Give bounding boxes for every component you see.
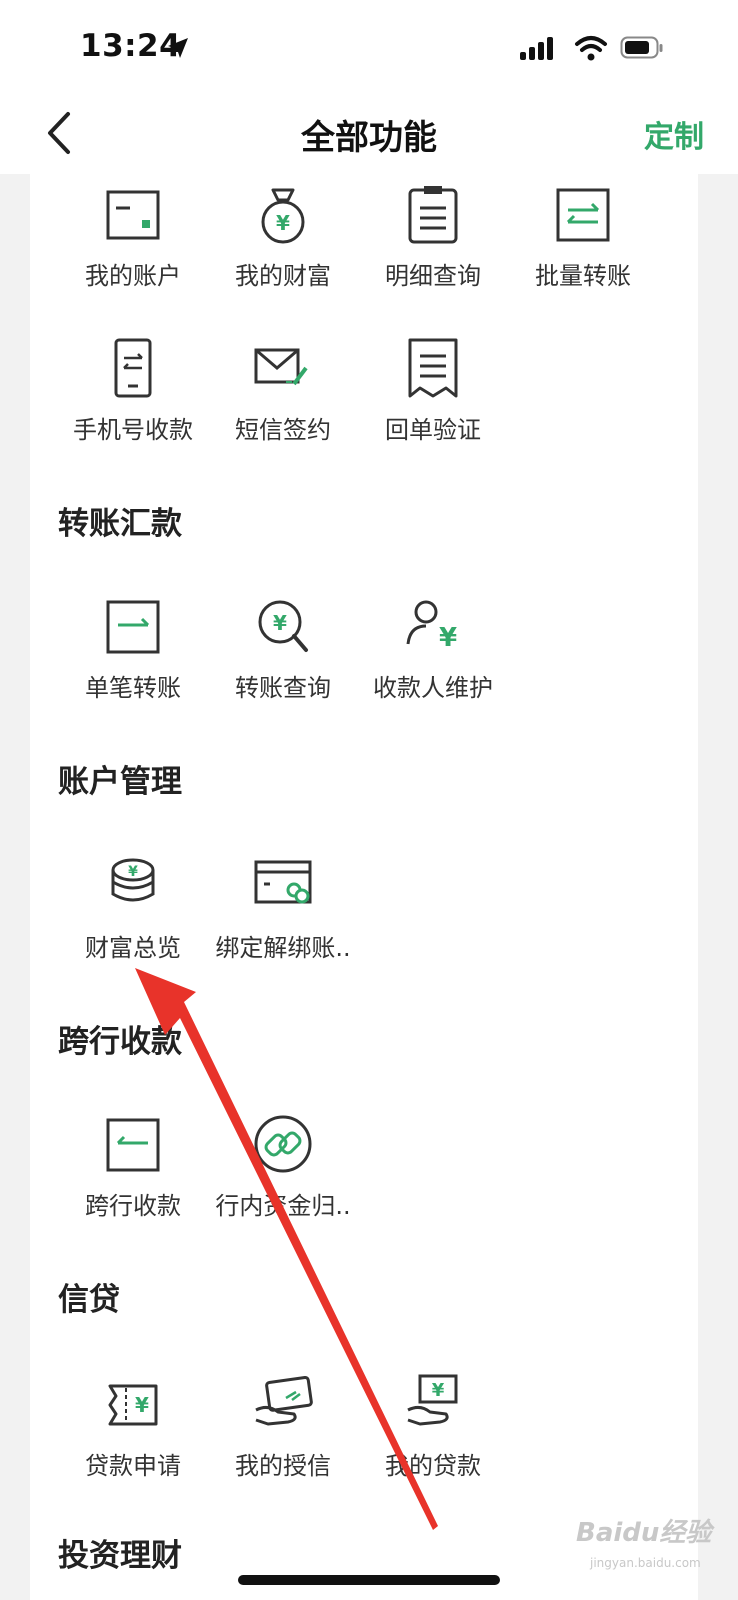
phone-receive-button[interactable]: 手机号收款 <box>58 334 208 454</box>
batch-transfer-button[interactable]: 批量转账 <box>508 180 658 300</box>
status-bar: 13:24 <box>0 0 738 90</box>
watermark-url: jingyan.baidu.com <box>590 1556 701 1570</box>
money-bag-icon: ¥ <box>261 188 305 244</box>
envelope-pen-icon <box>254 348 308 386</box>
svg-text:¥: ¥ <box>273 611 287 635</box>
item-label: 我的授信 <box>235 1452 331 1480</box>
watermark-logo: Baidu经验 <box>576 1518 712 1548</box>
person-yuan-icon: ¥ <box>406 600 457 653</box>
yuan-search-icon: ¥ <box>258 600 308 652</box>
fund-collect-button[interactable]: 行内资金归.. <box>208 1110 358 1230</box>
coin-stack-icon: ¥ <box>111 858 155 902</box>
location-arrow-icon <box>168 38 188 58</box>
section-title-account: 账户管理 <box>58 764 182 800</box>
my-loan-button[interactable]: ¥ 我的贷款 <box>358 1370 508 1490</box>
card-hand-icon <box>255 1375 313 1426</box>
item-label: 手机号收款 <box>73 416 193 444</box>
item-label: 跨行收款 <box>85 1192 181 1220</box>
section-title-transfer: 转账汇款 <box>58 506 182 542</box>
my-account-button[interactable]: 我的账户 <box>58 180 208 300</box>
interbank-receive-button[interactable]: 跨行收款 <box>58 1110 208 1230</box>
item-label: 单笔转账 <box>85 674 181 702</box>
account-card-icon <box>106 190 160 240</box>
item-label: 行内资金归.. <box>215 1192 351 1220</box>
wealth-overview-button[interactable]: ¥ 财富总览 <box>58 852 208 972</box>
battery-icon <box>620 36 663 59</box>
item-label: 转账查询 <box>235 674 331 702</box>
item-label: 明细查询 <box>385 262 481 290</box>
transfer-out-icon <box>106 600 160 654</box>
svg-text:¥: ¥ <box>135 1393 149 1417</box>
section-title-interbank: 跨行收款 <box>58 1024 182 1060</box>
item-label: 短信签约 <box>235 416 331 444</box>
svg-text:¥: ¥ <box>128 864 138 880</box>
detail-query-button[interactable]: 明细查询 <box>358 180 508 300</box>
svg-text:¥: ¥ <box>439 623 457 653</box>
receipt-verify-button[interactable]: 回单验证 <box>358 334 508 454</box>
item-label: 收款人维护 <box>373 674 493 702</box>
svg-text:¥: ¥ <box>432 1380 445 1401</box>
item-label: 贷款申请 <box>85 1452 181 1480</box>
sms-sign-button[interactable]: 短信签约 <box>208 334 358 454</box>
section-title-invest: 投资理财 <box>58 1538 182 1574</box>
page-title: 全部功能 <box>301 118 437 158</box>
item-label: 批量转账 <box>535 262 631 290</box>
item-label: 我的账户 <box>85 262 181 290</box>
wifi-icon <box>575 36 607 61</box>
item-label: 财富总览 <box>85 934 181 962</box>
item-label: 回单验证 <box>385 416 481 444</box>
home-indicator[interactable] <box>238 1575 500 1585</box>
section-title-credit: 信贷 <box>58 1282 120 1318</box>
receipt-icon <box>408 338 458 398</box>
card-link-icon <box>254 860 312 904</box>
clipboard-list-icon <box>408 186 458 244</box>
svg-text:¥: ¥ <box>276 211 290 235</box>
ticket-yuan-icon: ¥ <box>108 1384 158 1426</box>
payee-manage-button[interactable]: ¥ 收款人维护 <box>358 592 508 712</box>
loan-apply-button[interactable]: ¥ 贷款申请 <box>58 1370 208 1490</box>
exchange-icon <box>556 188 610 242</box>
item-label: 我的贷款 <box>385 1452 481 1480</box>
my-wealth-button[interactable]: ¥ 我的财富 <box>208 180 358 300</box>
cash-hand-icon: ¥ <box>407 1374 458 1426</box>
transfer-query-button[interactable]: ¥ 转账查询 <box>208 592 358 712</box>
my-credit-button[interactable]: 我的授信 <box>208 1370 358 1490</box>
mobile-phone-icon <box>114 338 152 398</box>
transfer-in-icon <box>106 1118 160 1172</box>
function-list: 我的账户 ¥ 我的财富 明细查询 批量转账 手机号收款 短信签约 回单验证 转账… <box>30 174 698 1600</box>
cellular-signal-icon <box>520 37 553 60</box>
customize-button[interactable]: 定制 <box>644 112 704 156</box>
link-circle-icon <box>254 1115 312 1173</box>
single-transfer-button[interactable]: 单笔转账 <box>58 592 208 712</box>
item-label: 绑定解绑账.. <box>215 934 351 962</box>
item-label: 我的财富 <box>235 262 331 290</box>
nav-bar: 全部功能 定制 <box>0 90 738 174</box>
bind-unbind-button[interactable]: 绑定解绑账.. <box>208 852 358 972</box>
